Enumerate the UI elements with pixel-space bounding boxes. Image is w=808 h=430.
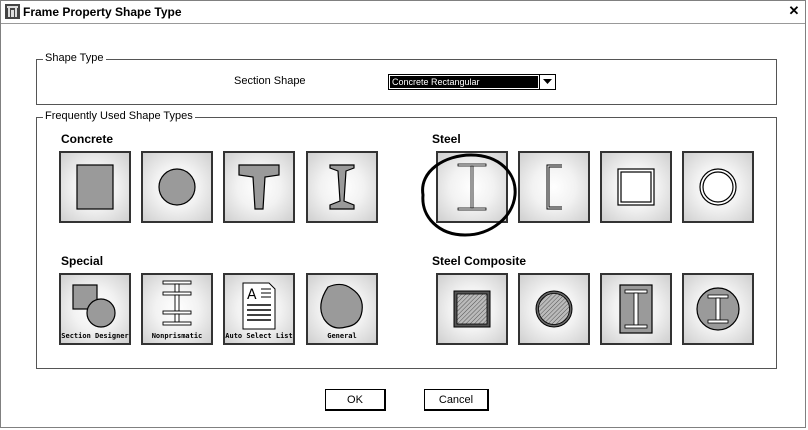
ok-button[interactable]: OK — [325, 389, 386, 411]
frame-property-dialog: Frame Property Shape Type ✕ Shape Type S… — [0, 0, 806, 428]
rectangular-section-icon — [76, 164, 114, 210]
nonprismatic-label: Nonprismatic — [151, 332, 203, 340]
general-label: General — [327, 332, 357, 340]
section-designer-button[interactable]: Section Designer — [59, 273, 131, 345]
channel-section-icon — [546, 164, 562, 210]
cancel-button[interactable]: Cancel — [424, 389, 489, 411]
box-tube-icon — [617, 168, 655, 206]
concrete-tee-button[interactable] — [223, 151, 295, 223]
pipe-section-icon — [699, 168, 737, 206]
shape-type-group-label: Shape Type — [43, 52, 106, 64]
steel-channel-button[interactable] — [518, 151, 590, 223]
dropdown-arrow-button[interactable] — [539, 75, 555, 89]
section-shape-dropdown[interactable]: Concrete Rectangular — [388, 74, 556, 90]
steel-pipe-button[interactable] — [682, 151, 754, 223]
window-title: Frame Property Shape Type — [23, 5, 182, 19]
circular-section-icon — [158, 168, 196, 206]
encased-rect-i-icon — [619, 284, 653, 334]
steel-heading: Steel — [432, 132, 461, 146]
concrete-rectangular-button[interactable] — [59, 151, 131, 223]
section-designer-label: Section Designer — [61, 332, 129, 340]
filled-box-button[interactable] — [436, 273, 508, 345]
title-bar: Frame Property Shape Type ✕ — [1, 1, 805, 24]
highlight-circle-annotation — [421, 153, 517, 237]
close-button[interactable]: ✕ — [787, 4, 801, 18]
filled-pipe-button[interactable] — [518, 273, 590, 345]
i-section-icon — [329, 164, 355, 210]
encased-round-i-button[interactable] — [682, 273, 754, 345]
frequent-shapes-group-label: Frequently Used Shape Types — [43, 110, 195, 122]
section-shape-value: Concrete Rectangular — [390, 76, 538, 88]
tee-section-icon — [238, 164, 280, 210]
concrete-heading: Concrete — [61, 132, 114, 146]
chevron-down-icon — [543, 79, 552, 84]
nonprismatic-button[interactable]: Nonprismatic — [141, 273, 213, 345]
auto-select-list-button[interactable]: A Auto Select List — [223, 273, 295, 345]
encased-round-i-icon — [696, 287, 740, 331]
special-heading: Special — [61, 254, 104, 268]
svg-text:A: A — [247, 287, 257, 303]
filled-box-icon — [453, 290, 491, 328]
encased-rect-i-button[interactable] — [600, 273, 672, 345]
steel-composite-heading: Steel Composite — [432, 254, 527, 268]
auto-select-list-label: Auto Select List — [225, 332, 293, 340]
concrete-circular-button[interactable] — [141, 151, 213, 223]
concrete-i-button[interactable] — [306, 151, 378, 223]
filled-pipe-icon — [535, 290, 573, 328]
steel-box-button[interactable] — [600, 151, 672, 223]
general-section-button[interactable]: General — [306, 273, 378, 345]
app-icon — [5, 4, 20, 19]
section-shape-label: Section Shape — [234, 75, 306, 87]
